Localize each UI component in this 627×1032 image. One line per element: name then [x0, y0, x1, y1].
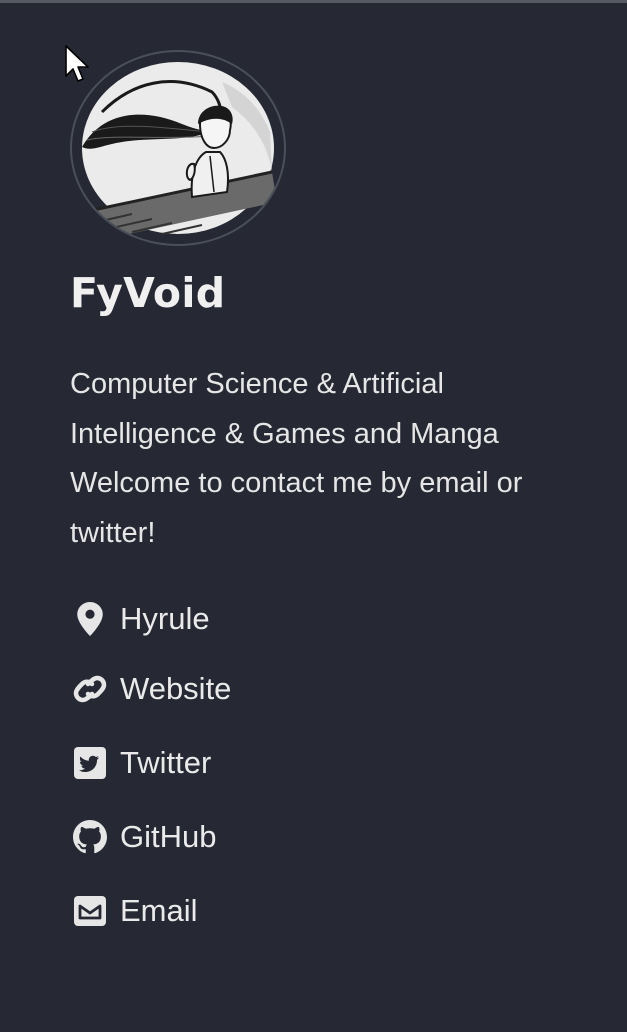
- website-link[interactable]: Website: [70, 669, 231, 709]
- avatar[interactable]: [70, 50, 286, 246]
- profile-name: FyVoid: [70, 269, 226, 317]
- link-icon: [70, 669, 110, 709]
- github-icon: [70, 817, 110, 857]
- email-label: Email: [120, 893, 198, 928]
- twitter-icon: [70, 743, 110, 783]
- bio-line: Intelligence & Games and Manga: [70, 417, 499, 450]
- bio-line: Welcome to contact me by email or: [70, 467, 523, 499]
- location-label: Hyrule: [120, 601, 210, 636]
- github-link[interactable]: GitHub: [70, 817, 216, 857]
- bio-line: Computer Science & Artificial: [70, 368, 444, 400]
- profile-sidebar: FyVoid Computer Science & Artificial Int…: [0, 3, 627, 1032]
- website-label: Website: [120, 671, 232, 706]
- location-item: Hyrule: [70, 599, 210, 639]
- bio-line: twitter!: [70, 516, 156, 549]
- email-link[interactable]: Email: [70, 891, 198, 931]
- avatar-image: [82, 62, 277, 242]
- profile-bio: Computer Science & Artificial Intelligen…: [70, 360, 610, 558]
- mouse-cursor-icon: [65, 45, 89, 82]
- twitter-link[interactable]: Twitter: [70, 743, 211, 783]
- map-pin-icon: [70, 599, 110, 639]
- twitter-label: Twitter: [120, 745, 212, 780]
- envelope-icon: [70, 891, 110, 931]
- github-label: GitHub: [120, 819, 217, 854]
